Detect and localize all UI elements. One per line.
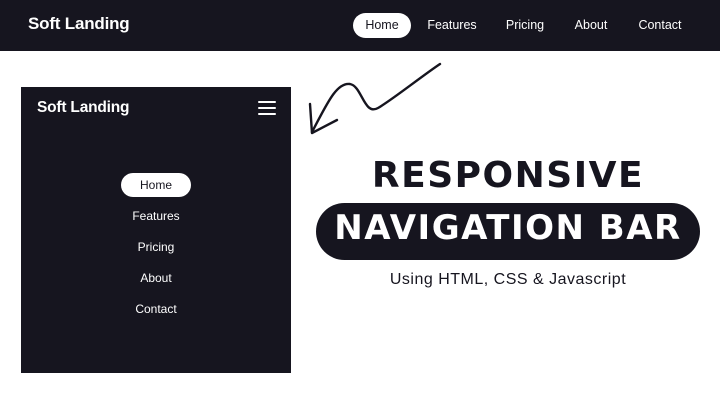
desktop-logo[interactable]: Soft Landing (28, 14, 130, 34)
desktop-nav-contact[interactable]: Contact (632, 13, 688, 38)
mobile-nav-features[interactable]: Features (121, 204, 191, 228)
mobile-nav-pricing[interactable]: Pricing (121, 235, 191, 259)
headline-responsive: RESPONSIVE (371, 155, 645, 196)
mobile-nav-home[interactable]: Home (121, 173, 191, 197)
mobile-nav-contact[interactable]: Contact (121, 297, 191, 321)
desktop-nav-features[interactable]: Features (421, 13, 483, 38)
desktop-nav-home[interactable]: Home (353, 13, 411, 38)
headline-navigation-bar: NAVIGATION BAR (334, 208, 682, 248)
subtitle: Using HTML, CSS & Javascript (389, 271, 627, 288)
mobile-logo[interactable]: Soft Landing (37, 99, 130, 117)
arrow-icon (308, 62, 442, 135)
mobile-nav-about[interactable]: About (121, 266, 191, 290)
desktop-navbar: Soft Landing Home Features Pricing About… (0, 0, 720, 51)
desktop-nav-about[interactable]: About (566, 13, 616, 38)
desktop-nav-pricing[interactable]: Pricing (498, 13, 552, 38)
mobile-navbar-mockup: Soft Landing Home Features Pricing About… (21, 87, 291, 373)
hamburger-icon[interactable] (258, 101, 276, 115)
